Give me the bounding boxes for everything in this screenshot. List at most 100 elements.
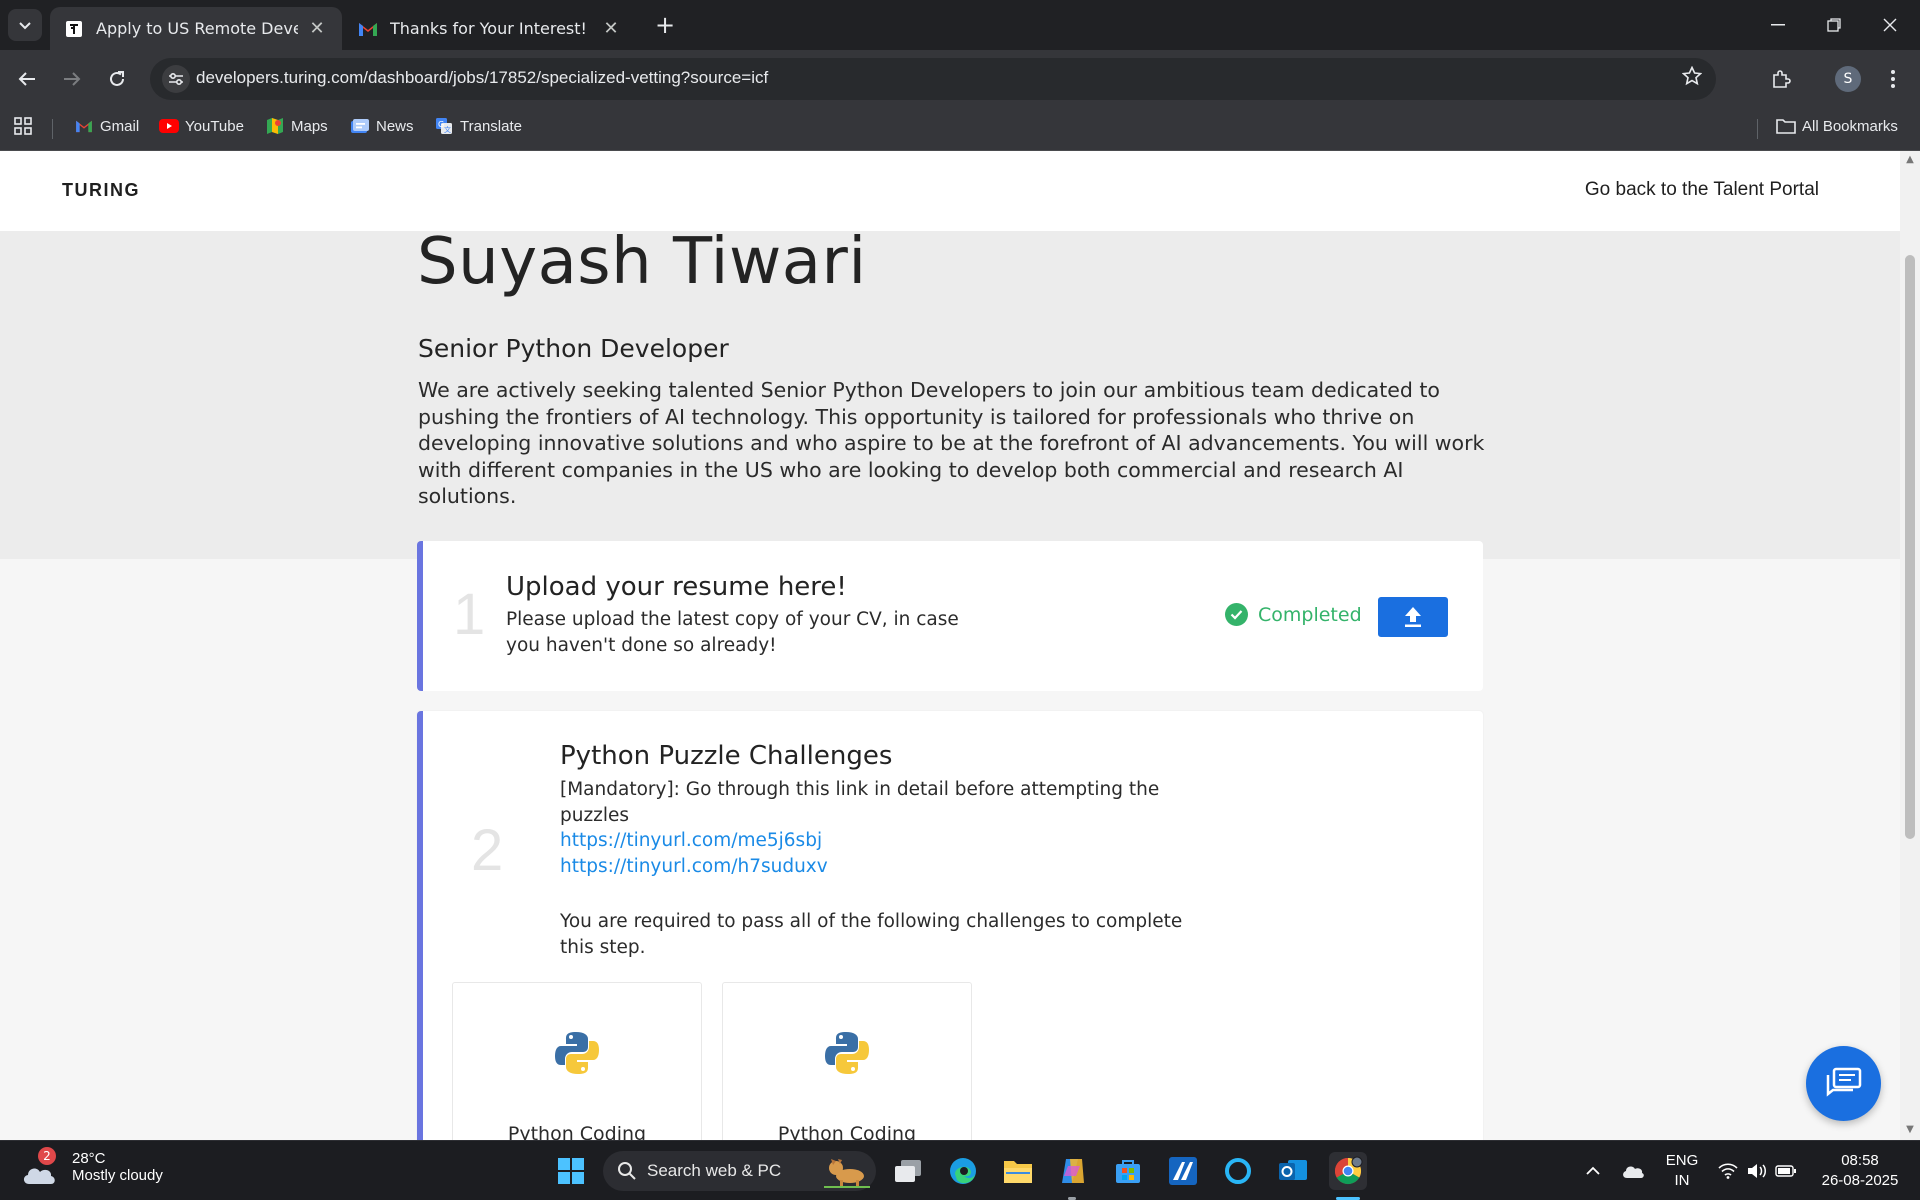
tab-search-button[interactable] (8, 9, 42, 41)
bookmark-youtube[interactable]: YouTube (159, 117, 244, 135)
cloud-icon: 2 (20, 1147, 60, 1185)
back-arrow-icon[interactable] (10, 62, 44, 96)
chat-bubble-icon (1826, 1067, 1861, 1097)
step-title: Python Puzzle Challenges (560, 741, 893, 771)
cortana-icon[interactable] (1219, 1152, 1257, 1190)
tab-title: Thanks for Your Interest! Next S (390, 19, 592, 38)
show-hidden-icons-chevron-icon[interactable] (1574, 1152, 1612, 1190)
turing-favicon-icon (64, 19, 84, 39)
bookmark-star-icon[interactable] (1681, 65, 1703, 92)
challenge-title: Python Coding (507, 1123, 647, 1140)
reload-icon[interactable] (100, 62, 134, 96)
chevron-down-icon (19, 22, 31, 30)
windows-start-icon[interactable] (552, 1152, 590, 1190)
step-title: Upload your resume here! (506, 572, 847, 602)
apps-grid-icon[interactable] (14, 117, 32, 135)
folder-icon (1776, 117, 1796, 135)
job-description: We are actively seeking talented Senior … (418, 378, 1485, 508)
site-settings-icon[interactable] (162, 65, 190, 93)
challenge-card[interactable]: Python Coding (452, 982, 702, 1140)
puzzle-link-1[interactable]: https://tinyurl.com/me5j6sbj (560, 830, 822, 851)
back-to-portal-link[interactable]: Go back to the Talent Portal (1585, 179, 1819, 201)
weather-temp: 28°C (72, 1150, 106, 1167)
forward-arrow-icon[interactable] (55, 62, 89, 96)
page-scrollbar[interactable]: ▲ ▼ (1900, 151, 1920, 1140)
step-card-resume: 1 Upload your resume here! Please upload… (417, 541, 1483, 691)
edge-browser-icon[interactable] (944, 1152, 982, 1190)
app-icon-blue[interactable] (1164, 1152, 1202, 1190)
address-bar[interactable]: developers.turing.com/dashboard/jobs/178… (150, 58, 1716, 100)
challenge-title: Python Coding (777, 1123, 917, 1140)
chat-support-button[interactable] (1806, 1046, 1881, 1121)
chrome-icon[interactable] (1329, 1152, 1367, 1190)
browser-tab-strip: Apply to US Remote Developer ✕ Thanks fo… (0, 0, 1920, 50)
tab-apply[interactable]: Apply to US Remote Developer ✕ (50, 7, 342, 50)
bookmark-label: News (376, 117, 414, 135)
windows-taskbar: 2 28°C Mostly cloudy Search web & PC ENG… (0, 1140, 1920, 1200)
gmail-icon (358, 19, 378, 39)
bookmark-label: Maps (291, 117, 328, 135)
candidate-name: Suyash Tiwari (417, 225, 867, 299)
minimize-icon[interactable] (1750, 0, 1806, 50)
extensions-icon[interactable] (1764, 62, 1798, 96)
turing-logo[interactable]: TURING (62, 180, 140, 201)
close-icon[interactable]: ✕ (306, 18, 328, 39)
bookmark-gmail[interactable]: Gmail (74, 117, 139, 135)
scroll-up-icon[interactable]: ▲ (1904, 154, 1916, 165)
taskbar-search[interactable]: Search web & PC (603, 1151, 876, 1191)
region-code: IN (1674, 1172, 1690, 1189)
browser-toolbar: developers.turing.com/dashboard/jobs/178… (0, 50, 1920, 107)
clock-time: 08:58 (1841, 1152, 1879, 1169)
bookmark-label: Translate (460, 117, 522, 135)
window-close-icon[interactable] (1862, 0, 1918, 50)
step-requirement: You are required to pass all of the foll… (560, 911, 1183, 958)
weather-widget[interactable]: 2 28°C Mostly cloudy (20, 1147, 163, 1185)
search-icon (618, 1162, 636, 1180)
tab-thanks[interactable]: Thanks for Your Interest! Next S ✕ (344, 7, 636, 50)
job-role: Senior Python Developer (418, 334, 729, 363)
all-bookmarks-button[interactable]: All Bookmarks (1776, 117, 1898, 135)
onedrive-icon[interactable] (1614, 1152, 1652, 1190)
copilot-icon[interactable] (1054, 1152, 1092, 1190)
battery-icon[interactable] (1767, 1152, 1805, 1190)
bookmark-divider (1757, 119, 1758, 139)
task-view-icon[interactable] (889, 1152, 927, 1190)
upload-resume-button[interactable] (1378, 597, 1448, 637)
tab-title: Apply to US Remote Developer (96, 19, 298, 38)
weather-condition: Mostly cloudy (72, 1167, 163, 1184)
new-tab-plus-icon[interactable]: + (650, 10, 680, 40)
youtube-icon (159, 117, 179, 135)
upload-icon (1405, 607, 1421, 627)
bookmark-divider (52, 119, 53, 139)
completed-status: Completed (1225, 603, 1362, 626)
restore-icon[interactable] (1806, 0, 1862, 50)
gmail-icon (74, 117, 94, 135)
python-logo-icon (824, 1030, 870, 1080)
scroll-down-icon[interactable]: ▼ (1904, 1124, 1916, 1135)
close-icon[interactable]: ✕ (600, 18, 622, 39)
clock-date: 26-08-2025 (1821, 1172, 1899, 1189)
menu-kebab-icon[interactable] (1876, 62, 1910, 96)
challenge-card[interactable]: Python Coding (722, 982, 972, 1140)
search-placeholder: Search web & PC (647, 1161, 782, 1180)
file-explorer-icon[interactable] (999, 1152, 1037, 1190)
bookmark-translate[interactable]: G文 Translate (434, 117, 522, 135)
step-text: Please upload the latest copy of your CV… (506, 609, 959, 656)
step-text: [Mandatory]: Go through this link in det… (560, 779, 1160, 826)
bookmark-maps[interactable]: Maps (265, 117, 328, 135)
scroll-thumb[interactable] (1905, 255, 1915, 839)
microsoft-store-icon[interactable] (1109, 1152, 1147, 1190)
bookmark-news[interactable]: News (350, 117, 414, 135)
url-text[interactable]: developers.turing.com/dashboard/jobs/178… (196, 68, 768, 88)
python-logo-icon (554, 1030, 600, 1080)
site-header: TURING Go back to the Talent Portal (0, 151, 1900, 231)
language-indicator[interactable]: ENG IN (1660, 1151, 1704, 1191)
profile-avatar[interactable]: S (1835, 66, 1861, 92)
outlook-icon[interactable] (1274, 1152, 1312, 1190)
news-icon (350, 117, 370, 135)
clock[interactable]: 08:58 26-08-2025 (1810, 1151, 1910, 1191)
status-label: Completed (1258, 603, 1362, 626)
page-viewport: TURING Go back to the Talent Portal Suya… (0, 151, 1900, 1140)
puzzle-link-2[interactable]: https://tinyurl.com/h7suduxv (560, 856, 828, 877)
step-number: 2 (471, 818, 504, 883)
